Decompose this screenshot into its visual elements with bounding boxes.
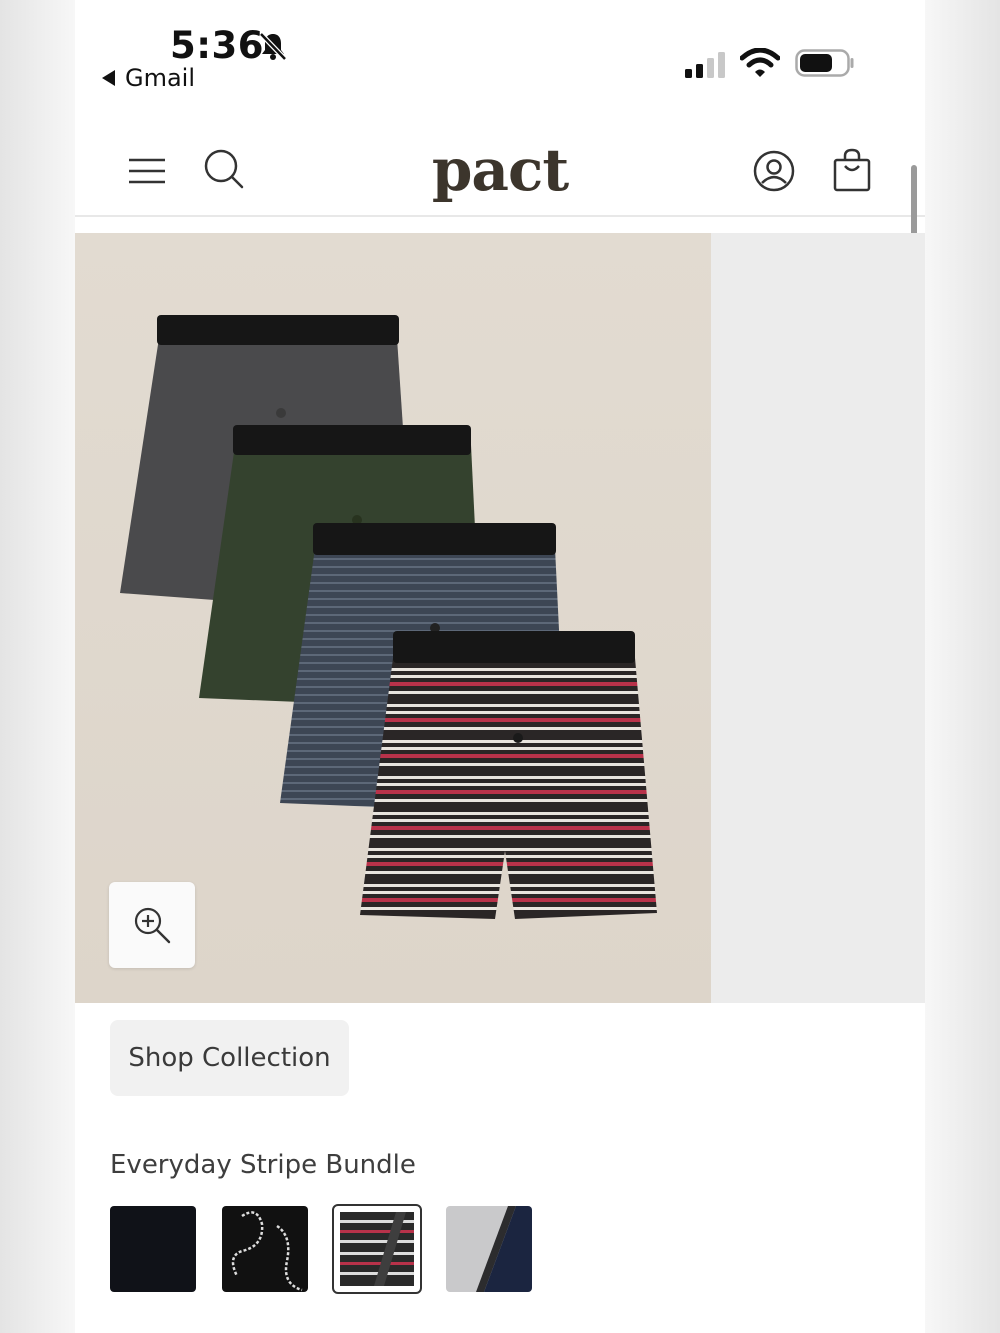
swatch-stripe[interactable] bbox=[332, 1204, 422, 1294]
swatch-grey-navy[interactable] bbox=[446, 1206, 532, 1292]
zoom-in-icon bbox=[134, 907, 171, 944]
bag-icon[interactable] bbox=[833, 148, 871, 192]
search-icon[interactable] bbox=[203, 148, 245, 190]
account-icon[interactable] bbox=[753, 150, 795, 192]
pact-logo[interactable]: pact bbox=[430, 132, 570, 208]
back-arrow-icon bbox=[102, 70, 115, 86]
battery-icon bbox=[795, 49, 854, 77]
shop-collection-button[interactable]: Shop Collection bbox=[110, 1020, 349, 1096]
bundle-title: Everyday Stripe Bundle bbox=[110, 1150, 416, 1180]
bell-slash-icon bbox=[259, 32, 287, 61]
right-margin bbox=[925, 0, 1000, 1333]
menu-icon[interactable] bbox=[127, 156, 167, 186]
swatch-black[interactable] bbox=[110, 1206, 196, 1292]
cellular-signal-icon bbox=[685, 52, 725, 78]
swatch-black-pattern[interactable] bbox=[222, 1206, 308, 1292]
back-to-gmail[interactable]: Gmail bbox=[102, 64, 195, 92]
site-header: pact bbox=[75, 120, 925, 217]
phone-screen: 5:36 Gmail pact Shop Collection Everyday… bbox=[75, 0, 925, 1333]
color-swatches bbox=[110, 1204, 532, 1294]
back-label: Gmail bbox=[125, 64, 196, 92]
wifi-icon bbox=[740, 48, 780, 77]
product-image bbox=[75, 233, 711, 1003]
left-margin bbox=[0, 0, 75, 1333]
product-gallery bbox=[75, 233, 925, 1003]
zoom-button[interactable] bbox=[109, 882, 195, 968]
status-time: 5:36 bbox=[170, 24, 265, 67]
